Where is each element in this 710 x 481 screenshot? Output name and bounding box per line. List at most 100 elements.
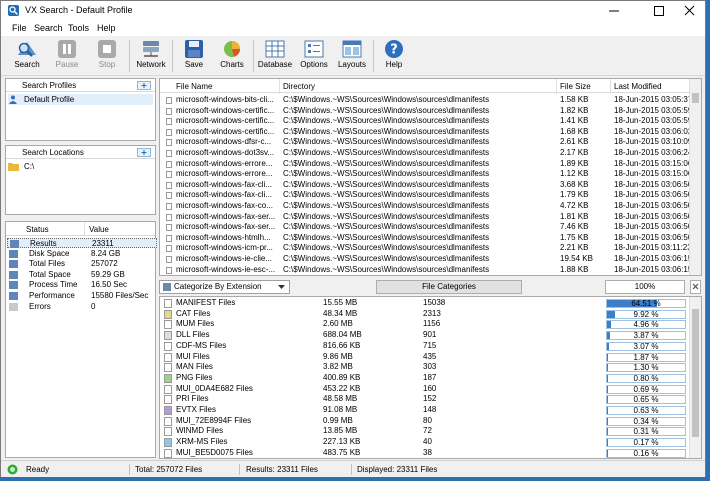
search-button[interactable]: Search: [9, 39, 45, 75]
categories-scrollbar[interactable]: [689, 297, 701, 458]
category-percent-bar: 3.07 %: [606, 341, 686, 351]
close-categories-button[interactable]: [690, 280, 701, 294]
save-label: Save: [184, 60, 204, 69]
layouts-button[interactable]: Layouts: [334, 39, 370, 75]
category-row[interactable]: CDF-MS Files 816.66 KB 715 3.07 %: [160, 341, 690, 352]
table-row[interactable]: microsoft-windows-bits-cli... C:\$Windows…: [163, 95, 703, 106]
options-button[interactable]: Options: [296, 39, 332, 75]
stop-button[interactable]: Stop: [89, 39, 125, 75]
table-row[interactable]: microsoft-windows-certific... C:\$Windows…: [163, 116, 703, 127]
categorize-bar: Categorize By Extension File Categories …: [159, 279, 702, 296]
menu-tools[interactable]: Tools: [68, 23, 89, 33]
file-icon: [166, 266, 172, 274]
table-row[interactable]: microsoft-windows-dfsr-c... C:\$Windows.~…: [163, 137, 703, 148]
file-icon: [166, 203, 172, 210]
results-scroll-thumb[interactable]: [692, 93, 699, 103]
category-row[interactable]: MUM Files 2.60 MB 1156 4.96 %: [160, 319, 690, 330]
last-modified-cell: 18-Jun-2015 03:06:50: [614, 222, 693, 232]
status-row[interactable]: Disk Space 8.24 GB: [7, 249, 157, 259]
table-row[interactable]: microsoft-windows-errore... C:\$Windows.~…: [163, 159, 703, 170]
minimize-button[interactable]: [599, 1, 629, 20]
last-modified-cell: 18-Jun-2015 03:06:50: [614, 190, 693, 200]
table-row[interactable]: microsoft-windows-fax-co... C:\$Windows.~…: [163, 201, 703, 212]
category-size: 816.66 KB: [323, 340, 361, 350]
category-row[interactable]: MAN Files 3.82 MB 303 1.30 %: [160, 362, 690, 373]
location-item[interactable]: C:\: [8, 161, 153, 172]
table-row[interactable]: microsoft-windows-errore... C:\$Windows.~…: [163, 169, 703, 180]
menu-file[interactable]: File: [12, 23, 27, 33]
file-name-cell: microsoft-windows-fax-cli...: [176, 190, 273, 200]
category-row[interactable]: MANIFEST Files 15.55 MB 15038 64.51 %: [160, 298, 690, 309]
zoom-level[interactable]: 100%: [605, 280, 685, 294]
category-row[interactable]: XRM-MS Files 227.13 KB 40 0.17 %: [160, 437, 690, 448]
status-row[interactable]: Process Time 16.50 Sec: [7, 280, 157, 290]
last-modified-cell: 18-Jun-2015 03:06:15: [614, 264, 693, 274]
category-row[interactable]: MUI_72E8994F Files 0.99 MB 80 0.34 %: [160, 416, 690, 427]
category-percent-bar: 4.96 %: [606, 320, 686, 330]
table-row[interactable]: microsoft-windows-fax-ser... C:\$Windows.…: [163, 212, 703, 223]
search-label: Search: [14, 60, 40, 69]
categorize-dropdown-value: Categorize By Extension: [174, 282, 262, 291]
file-categories-button[interactable]: File Categories: [376, 280, 522, 294]
close-button[interactable]: [675, 1, 705, 20]
file-icon: [166, 160, 172, 168]
maximize-icon: [654, 6, 664, 16]
category-row[interactable]: MUI Files 9.86 MB 435 1.87 %: [160, 352, 690, 363]
save-button[interactable]: Save: [176, 39, 212, 75]
category-row[interactable]: WINMD Files 13.85 MB 72 0.31 %: [160, 426, 690, 437]
status-value: 8.24 GB: [91, 248, 121, 258]
file-icon: [164, 416, 172, 426]
table-row[interactable]: microsoft-windows-fax-ser... C:\$Windows.…: [163, 222, 703, 233]
menu-search[interactable]: Search: [34, 23, 63, 33]
profile-label: Default Profile: [24, 95, 75, 104]
status-row[interactable]: Errors 0: [7, 302, 157, 312]
last-modified-cell: 18-Jun-2015 03:06:50: [614, 211, 693, 221]
file-size-cell: 1.88 KB: [560, 264, 589, 274]
status-row[interactable]: Results 23311: [7, 238, 157, 248]
category-row[interactable]: EVTX Files 91.08 MB 148 0.63 %: [160, 405, 690, 416]
table-row[interactable]: microsoft-windows-certific... C:\$Windows…: [163, 127, 703, 138]
directory-cell: C:\$Windows.~WS\Sources\Windows\sources\…: [283, 148, 490, 157]
layouts-icon: [342, 40, 362, 58]
table-row[interactable]: microsoft-windows-icm-pr... C:\$Windows.~…: [163, 243, 703, 254]
col-file-size[interactable]: File Size: [560, 82, 591, 91]
layouts-label: Layouts: [337, 60, 367, 69]
category-row[interactable]: PRI Files 48.58 MB 152 0.65 %: [160, 394, 690, 405]
database-button[interactable]: Database: [257, 39, 293, 75]
file-size-cell: 1.89 KB: [560, 158, 589, 168]
pie-chart-icon: [224, 41, 240, 57]
categories-scroll-thumb[interactable]: [692, 309, 699, 437]
table-row[interactable]: microsoft-windows-dot3sv... C:\$Windows.~…: [163, 148, 703, 159]
table-row[interactable]: microsoft-windows-htmlh... C:\$Windows.~W…: [163, 233, 703, 244]
table-row[interactable]: microsoft-windows-ie-clie... C:\$Windows.…: [163, 254, 703, 265]
pause-button[interactable]: Pause: [49, 39, 85, 75]
table-row[interactable]: microsoft-windows-ie-esc-... C:\$Windows.…: [163, 265, 703, 276]
col-last-modified[interactable]: Last Modified: [614, 82, 662, 91]
maximize-button[interactable]: [644, 1, 674, 20]
file-name-cell: microsoft-windows-fax-cli...: [176, 179, 273, 189]
categorize-dropdown[interactable]: Categorize By Extension: [159, 280, 290, 294]
category-row[interactable]: CAT Files 48.34 MB 2313 9.92 %: [160, 309, 690, 320]
add-location-button[interactable]: [137, 148, 151, 157]
col-directory[interactable]: Directory: [283, 82, 315, 91]
add-profile-button[interactable]: [137, 81, 151, 90]
status-row[interactable]: Performance 15580 Files/Sec: [7, 291, 157, 301]
status-row[interactable]: Total Files 257072: [7, 259, 157, 269]
results-scrollbar[interactable]: [689, 79, 701, 275]
charts-button[interactable]: Charts: [214, 39, 250, 75]
table-row[interactable]: microsoft-windows-fax-cli... C:\$Windows.…: [163, 180, 703, 191]
category-row[interactable]: DLL Files 688.04 MB 901 3.87 %: [160, 330, 690, 341]
category-name: DLL Files: [176, 330, 210, 340]
category-row[interactable]: PNG Files 400.89 KB 187 0.80 %: [160, 373, 690, 384]
category-row[interactable]: MUI_BE5D0075 Files 483.75 KB 38 0.16 %: [160, 448, 690, 459]
table-row[interactable]: microsoft-windows-fax-cli... C:\$Windows.…: [163, 190, 703, 201]
category-row[interactable]: MUI_0DA4E682 Files 453.22 KB 160 0.69 %: [160, 384, 690, 395]
table-row[interactable]: microsoft-windows-certific... C:\$Windows…: [163, 106, 703, 117]
profile-item[interactable]: Default Profile: [8, 94, 153, 105]
col-file-name[interactable]: File Name: [176, 82, 212, 91]
help-button[interactable]: ? Help: [376, 39, 412, 75]
status-row[interactable]: Total Space 59.29 GB: [7, 270, 157, 280]
menu-help[interactable]: Help: [97, 23, 116, 33]
network-button[interactable]: Network: [133, 39, 169, 75]
file-size-cell: 7.46 KB: [560, 222, 589, 232]
